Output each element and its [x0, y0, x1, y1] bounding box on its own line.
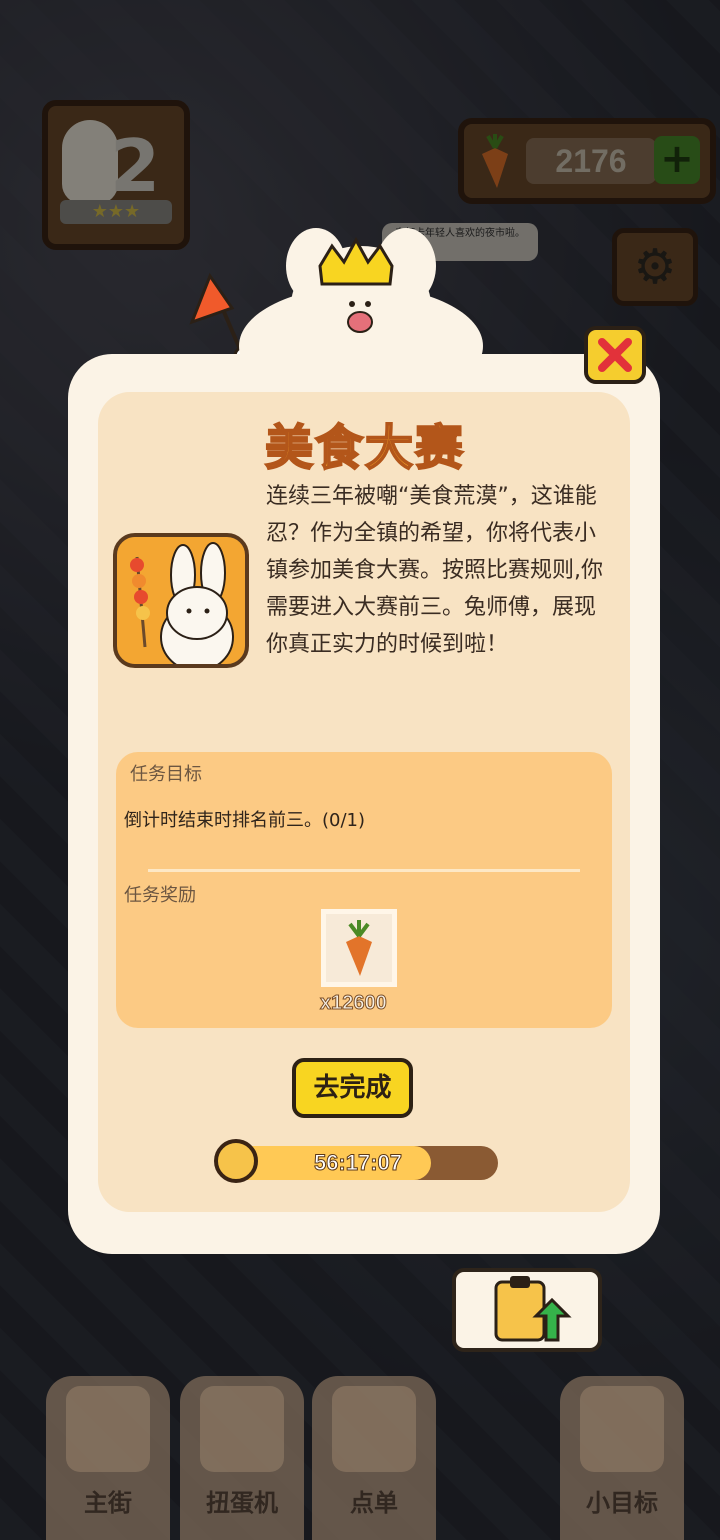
- nav-tab-main-street[interactable]: 主街: [46, 1376, 170, 1540]
- clipboard-icon: [494, 1276, 572, 1342]
- nav-tab-order[interactable]: 点单: [312, 1376, 436, 1540]
- map-icon: [66, 1386, 150, 1472]
- close-icon: [598, 338, 632, 372]
- task-list-button[interactable]: [452, 1268, 602, 1352]
- divider: [148, 869, 580, 872]
- dialog-story-text: 连续三年被嘲“美食荒漠”，这谁能忍？作为全镇的希望，你将代表小镇参加美食大赛。按…: [266, 484, 603, 657]
- goal-icon: [580, 1386, 664, 1472]
- countdown-text: 56:17:07: [313, 1150, 403, 1176]
- close-button[interactable]: [584, 326, 646, 384]
- nav-label: 主街: [84, 1489, 132, 1517]
- gacha-icon: [200, 1386, 284, 1472]
- order-icon: [332, 1386, 416, 1472]
- go-complete-button[interactable]: 去完成: [292, 1058, 413, 1118]
- nav-tab-gacha[interactable]: 扭蛋机: [180, 1376, 304, 1540]
- reward-count: x12600: [320, 992, 388, 1015]
- task-objective-label: 任务目标: [130, 764, 202, 785]
- task-reward-label: 任务奖励: [124, 885, 196, 906]
- task-objective-text: 倒计时结束时排名前三。(0/1): [124, 810, 366, 831]
- nav-tab-goal[interactable]: 小目标: [560, 1376, 684, 1540]
- carrot-icon: [346, 920, 372, 976]
- chef-bunny-portrait: [113, 533, 249, 668]
- nav-label: 小目标: [586, 1489, 658, 1517]
- nav-label: 点单: [350, 1489, 398, 1517]
- nav-label: 扭蛋机: [206, 1489, 278, 1517]
- reward-card[interactable]: [321, 909, 397, 987]
- clock-icon: [214, 1139, 258, 1183]
- dialog-title: 美食大赛: [264, 419, 465, 477]
- countdown-bar: 56:17:07: [218, 1146, 498, 1180]
